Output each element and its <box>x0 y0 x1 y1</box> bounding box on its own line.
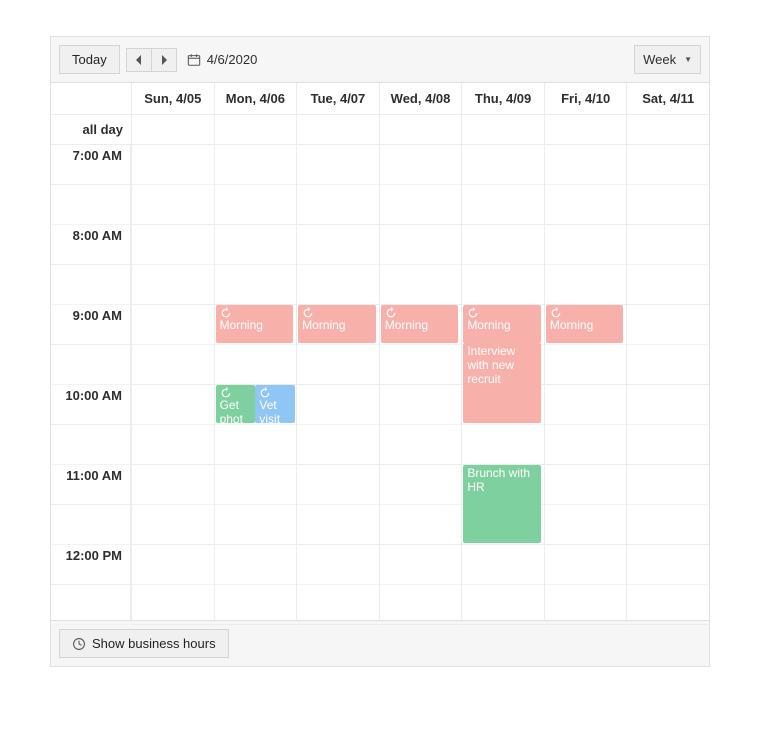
calendar-icon <box>187 53 201 67</box>
header-spacer <box>51 83 131 115</box>
day-column-mon[interactable]: Morning Get phot Vet visit <box>214 145 297 620</box>
prev-button[interactable] <box>126 48 151 72</box>
day-header[interactable]: Mon, 4/06 <box>214 83 297 115</box>
event-title: Morning <box>550 318 593 332</box>
nav-button-group <box>126 48 177 72</box>
day-header[interactable]: Wed, 4/08 <box>379 83 462 115</box>
allday-cell[interactable] <box>544 115 627 145</box>
event-title: Vet visit <box>259 398 280 423</box>
current-date-label: 4/6/2020 <box>207 52 258 67</box>
time-label: 12:00 PM <box>51 545 130 585</box>
time-label: 10:00 AM <box>51 385 130 425</box>
day-header[interactable]: Tue, 4/07 <box>296 83 379 115</box>
event-get-photo[interactable]: Get phot <box>216 385 255 423</box>
event-vet-visit[interactable]: Vet visit <box>255 385 294 423</box>
time-slot-minor <box>51 585 130 625</box>
business-hours-label: Show business hours <box>92 636 216 651</box>
event-title: Morning <box>385 318 428 332</box>
day-header-row: Sun, 4/05 Mon, 4/06 Tue, 4/07 Wed, 4/08 … <box>51 83 709 115</box>
time-slot-minor <box>51 345 130 385</box>
business-hours-button[interactable]: Show business hours <box>59 629 229 658</box>
event-brunch[interactable]: Brunch with HR <box>463 465 541 543</box>
view-selector-label: Week <box>643 52 676 67</box>
allday-label: all day <box>51 115 131 145</box>
allday-cell[interactable] <box>461 115 544 145</box>
allday-cell[interactable] <box>379 115 462 145</box>
today-button[interactable]: Today <box>59 45 120 74</box>
day-header[interactable]: Sun, 4/05 <box>131 83 214 115</box>
chevron-right-icon <box>160 55 168 65</box>
event-morning[interactable]: Morning <box>381 305 459 343</box>
time-slot-minor <box>51 425 130 465</box>
time-slot-minor <box>51 265 130 305</box>
time-axis: 7:00 AM 8:00 AM 9:00 AM 10:00 AM 11:00 A… <box>51 145 131 620</box>
time-grid: 7:00 AM 8:00 AM 9:00 AM 10:00 AM 11:00 A… <box>51 145 709 620</box>
allday-cell[interactable] <box>214 115 297 145</box>
day-column-sat[interactable] <box>626 145 709 620</box>
event-morning[interactable]: Morning <box>463 305 541 343</box>
toolbar: Today 4/6/2020 Week ▼ <box>51 37 709 82</box>
event-title: Brunch with HR <box>467 466 530 494</box>
event-interview[interactable]: Interview with new recruit <box>463 343 541 423</box>
allday-cell[interactable] <box>131 115 214 145</box>
event-title: Get phot <box>220 398 243 423</box>
chevron-left-icon <box>135 55 143 65</box>
time-label: 11:00 AM <box>51 465 130 505</box>
event-morning[interactable]: Morning <box>298 305 376 343</box>
day-header[interactable]: Thu, 4/09 <box>461 83 544 115</box>
day-column-tue[interactable]: Morning <box>296 145 379 620</box>
day-column-sun[interactable] <box>131 145 214 620</box>
day-column-wed[interactable]: Morning <box>379 145 462 620</box>
date-picker[interactable]: 4/6/2020 <box>187 52 258 67</box>
time-label: 8:00 AM <box>51 225 130 265</box>
event-title: Morning <box>220 318 263 332</box>
day-column-thu[interactable]: Morning Interview with new recruit Brunc… <box>461 145 544 620</box>
scheduler: Today 4/6/2020 Week ▼ Sun <box>50 36 710 667</box>
day-column-fri[interactable]: Morning <box>544 145 627 620</box>
event-morning[interactable]: Morning <box>546 305 624 343</box>
clock-icon <box>72 637 86 651</box>
time-slot-minor <box>51 185 130 225</box>
allday-cell[interactable] <box>626 115 709 145</box>
event-title: Morning <box>467 318 510 332</box>
view-selector[interactable]: Week ▼ <box>634 45 701 74</box>
footer: Show business hours <box>51 620 709 666</box>
calendar-grid: Sun, 4/05 Mon, 4/06 Tue, 4/07 Wed, 4/08 … <box>51 82 709 620</box>
event-morning[interactable]: Morning <box>216 305 294 343</box>
caret-down-icon: ▼ <box>684 55 692 64</box>
day-header[interactable]: Sat, 4/11 <box>626 83 709 115</box>
allday-row: all day <box>51 115 709 145</box>
allday-cell[interactable] <box>296 115 379 145</box>
time-label: 9:00 AM <box>51 305 130 345</box>
time-label: 7:00 AM <box>51 145 130 185</box>
event-title: Morning <box>302 318 345 332</box>
day-columns: Morning Get phot Vet visit <box>131 145 709 620</box>
time-slot-minor <box>51 505 130 545</box>
next-button[interactable] <box>151 48 177 72</box>
day-header[interactable]: Fri, 4/10 <box>544 83 627 115</box>
event-title: Interview with new recruit <box>467 344 515 386</box>
